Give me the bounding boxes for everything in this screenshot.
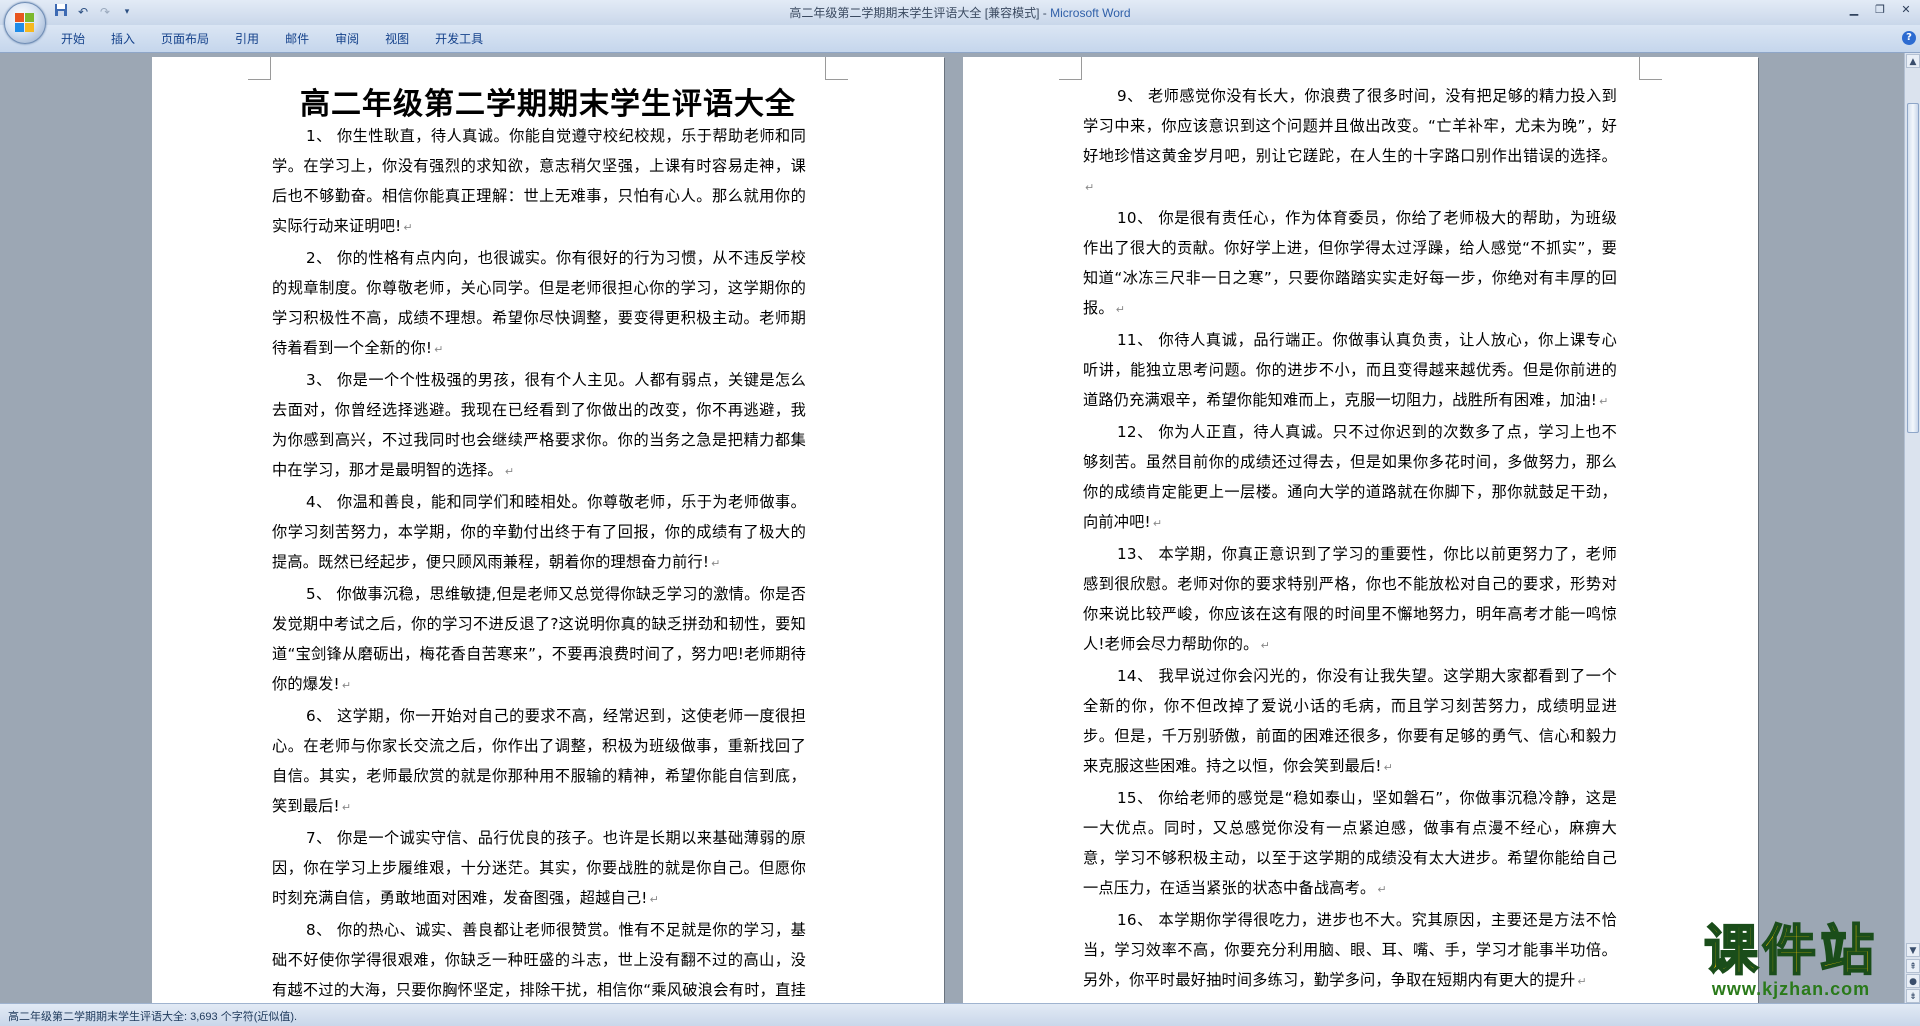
comment-paragraph: 16、 本学期你学得很吃力，进步也不大。究其原因，主要还是方法不恰当，学习效率不… <box>1083 905 1617 997</box>
status-text: 高二年级第二学期期末学生评语大全: 3,693 个字符(近似值). <box>8 1011 298 1023</box>
office-logo-icon <box>15 13 35 33</box>
paragraph-text: 1、 你生性耿直，待人真诚。你能自觉遵守校纪校规，乐于帮助老师和同学。在学习上，… <box>272 127 806 235</box>
paragraph-mark-icon: ↵ <box>1377 883 1387 896</box>
scroll-down-icon[interactable]: ▼ <box>1906 943 1920 957</box>
ribbon-tab[interactable]: 页面布局 <box>148 30 222 48</box>
comment-paragraph: 11、 你待人真诚，品行端正。你做事认真负责，让人放心，你上课专心听讲，能独立思… <box>1083 325 1617 417</box>
document-title: 高二年级第二学期期末学生评语大全 <box>300 87 796 122</box>
title-separator: - <box>1039 6 1051 20</box>
paragraph-mark-icon: ↵ <box>1260 639 1270 652</box>
paragraph-text: 16、 本学期你学得很吃力，进步也不大。究其原因，主要还是方法不恰当，学习效率不… <box>1083 911 1617 989</box>
comment-paragraph: 1、 你生性耿直，待人真诚。你能自觉遵守校纪校规，乐于帮助老师和同学。在学习上，… <box>272 121 806 243</box>
paragraph-text: 9、 老师感觉你没有长大，你浪费了很多时间，没有把足够的精力投入到学习中来，你应… <box>1083 87 1617 165</box>
document-name: 高二年级第二学期期末学生评语大全 [兼容模式] <box>789 6 1040 20</box>
comment-paragraph: 14、 我早说过你会闪光的，你没有让我失望。这学期大家都看到了一个全新的你，你不… <box>1083 661 1617 783</box>
paragraph-mark-icon: ↵ <box>1085 181 1095 194</box>
paragraph-text: 5、 你做事沉稳，思维敏捷,但是老师又总觉得你缺乏学习的激情。你是否发觉期中考试… <box>272 585 806 693</box>
crop-mark <box>825 57 848 80</box>
next-page-icon[interactable]: ⇟ <box>1906 989 1920 1003</box>
paragraph-mark-icon: ↵ <box>1152 517 1163 530</box>
comment-paragraph: 6、 这学期，你一开始对自己的要求不高，经常迟到，这使老师一度很担心。在老师与你… <box>272 701 806 823</box>
previous-page-icon[interactable]: ⇞ <box>1906 959 1920 973</box>
paragraph-mark-icon: ↵ <box>504 465 515 478</box>
watermark-url: www.kjzhan.com <box>1711 979 1871 999</box>
comment-paragraph: 5、 你做事沉稳，思维敏捷,但是老师又总觉得你缺乏学习的激情。你是否发觉期中考试… <box>272 579 806 701</box>
comment-paragraph: 12、 你为人正直，待人真诚。只不过你迟到的次数多了点，学习上也不够刻苦。虽然目… <box>1083 417 1617 539</box>
comment-paragraph: 3、 你是一个个性极强的男孩，很有个人主见。人都有弱点，关键是怎么去面对，你曾经… <box>272 365 806 487</box>
scroll-up-icon[interactable]: ▲ <box>1906 54 1920 68</box>
ribbon-tab[interactable]: 引用 <box>222 30 272 48</box>
restore-icon[interactable]: ❐ <box>1872 3 1888 17</box>
crop-mark <box>248 57 271 80</box>
paragraph-mark-icon: ↵ <box>1383 761 1394 774</box>
page-1[interactable]: 高二年级第二学期期末学生评语大全 1、 你生性耿直，待人真诚。你能自觉遵守校纪校… <box>152 57 944 1003</box>
paragraph-text: 4、 你温和善良，能和同学们和睦相处。你尊敬老师，乐于为老师做事。你学习刻苦努力… <box>272 493 806 571</box>
comment-paragraph: 13、 本学期，你真正意识到了学习的重要性，你比以前更努力了，老师感到很欣慰。老… <box>1083 539 1617 661</box>
paragraph-text: 12、 你为人正直，待人真诚。只不过你迟到的次数多了点，学习上也不够刻苦。虽然目… <box>1083 423 1617 531</box>
comment-paragraph: 7、 你是一个诚实守信、品行优良的孩子。也许是长期以来基础薄弱的原因，你在学习上… <box>272 823 806 915</box>
comment-paragraph: 10、 你是很有责任心，作为体育委员，你给了老师极大的帮助，为班级作出了很大的贡… <box>1083 203 1617 325</box>
paragraph-text: 14、 我早说过你会闪光的，你没有让我失望。这学期大家都看到了一个全新的你，你不… <box>1083 667 1617 775</box>
paragraph-text: 2、 你的性格有点内向，也很诚实。你有很好的行为习惯，从不违反学校的规章制度。你… <box>272 249 806 357</box>
paragraph-text: 15、 你给老师的感觉是“稳如泰山，坚如磐石”，你做事沉稳冷静，这是一大优点。同… <box>1083 789 1617 897</box>
app-name: Microsoft Word <box>1050 6 1131 20</box>
title-bar: ↶ ↷ ▾ 高二年级第二学期期末学生评语大全 [兼容模式] - Microsof… <box>0 0 1920 44</box>
page-2[interactable]: 9、 老师感觉你没有长大，你浪费了很多时间，没有把足够的精力投入到学习中来，你应… <box>963 57 1758 1003</box>
ribbon-tab[interactable]: 插入 <box>98 30 148 48</box>
ribbon: 开始 插入 页面布局 引用 邮件 审阅 视图 开发工具 ? <box>0 25 1920 53</box>
paragraph-mark-icon: ↵ <box>1115 303 1126 316</box>
window-title: 高二年级第二学期期末学生评语大全 [兼容模式] - Microsoft Word <box>0 4 1920 21</box>
minimize-icon[interactable]: ▁ <box>1846 3 1862 17</box>
window-controls: ▁ ❐ ✕ <box>1846 3 1914 17</box>
comment-paragraph: 4、 你温和善良，能和同学们和睦相处。你尊敬老师，乐于为老师做事。你学习刻苦努力… <box>272 487 806 579</box>
paragraph-mark-icon: ↵ <box>341 679 352 692</box>
paragraph-mark-icon: ↵ <box>403 221 413 234</box>
paragraph-text: 6、 这学期，你一开始对自己的要求不高，经常迟到，这使老师一度很担心。在老师与你… <box>272 707 806 815</box>
watermark-logo: 课件站 www.kjzhan.com <box>1674 919 1908 1000</box>
vertical-scrollbar[interactable]: ▲ ▼ ⇞ ● ⇟ <box>1904 53 1920 1003</box>
paragraph-text: 10、 你是很有责任心，作为体育委员，你给了老师极大的帮助，为班级作出了很大的贡… <box>1083 209 1617 317</box>
paragraph-mark-icon: ↵ <box>649 893 660 906</box>
ribbon-tab[interactable]: 开发工具 <box>422 30 496 48</box>
paragraph-mark-icon: ↵ <box>341 801 352 814</box>
select-browse-object-icon[interactable]: ● <box>1906 974 1920 988</box>
office-button[interactable] <box>4 2 46 44</box>
paragraph-text: 7、 你是一个诚实守信、品行优良的孩子。也许是长期以来基础薄弱的原因，你在学习上… <box>272 829 806 907</box>
page-1-body: 1、 你生性耿直，待人真诚。你能自觉遵守校纪校规，乐于帮助老师和同学。在学习上，… <box>272 121 806 1003</box>
paragraph-mark-icon: ↵ <box>1599 395 1609 408</box>
watermark-title: 课件站 <box>1703 919 1878 982</box>
help-icon[interactable]: ? <box>1902 31 1916 45</box>
paragraph-mark-icon: ↵ <box>1577 975 1587 988</box>
ribbon-tabs: 开始 插入 页面布局 引用 邮件 审阅 视图 开发工具 <box>48 30 496 48</box>
scroll-thumb[interactable] <box>1907 103 1919 433</box>
paragraph-text: 11、 你待人真诚，品行端正。你做事认真负责，让人放心，你上课专心听讲，能独立思… <box>1083 331 1617 409</box>
ribbon-tab[interactable]: 邮件 <box>272 30 322 48</box>
comment-paragraph: 2、 你的性格有点内向，也很诚实。你有很好的行为习惯，从不违反学校的规章制度。你… <box>272 243 806 365</box>
comment-paragraph: 8、 你的热心、诚实、善良都让老师很赞赏。惟有不足就是你的学习，基础不好使你学得… <box>272 915 806 1003</box>
document-workspace: 高二年级第二学期期末学生评语大全 1、 你生性耿直，待人真诚。你能自觉遵守校纪校… <box>0 53 1904 1003</box>
comment-paragraph: 9、 老师感觉你没有长大，你浪费了很多时间，没有把足够的精力投入到学习中来，你应… <box>1083 81 1617 203</box>
comment-paragraph: 15、 你给老师的感觉是“稳如泰山，坚如磐石”，你做事沉稳冷静，这是一大优点。同… <box>1083 783 1617 905</box>
crop-mark <box>1639 57 1662 80</box>
paragraph-text: 13、 本学期，你真正意识到了学习的重要性，你比以前更努力了，老师感到很欣慰。老… <box>1083 545 1617 653</box>
paragraph-mark-icon: ↵ <box>711 557 721 570</box>
page-2-body: 9、 老师感觉你没有长大，你浪费了很多时间，没有把足够的精力投入到学习中来，你应… <box>1083 81 1617 997</box>
paragraph-mark-icon: ↵ <box>434 343 444 356</box>
paragraph-text: 3、 你是一个个性极强的男孩，很有个人主见。人都有弱点，关键是怎么去面对，你曾经… <box>272 371 806 479</box>
status-bar: 高二年级第二学期期末学生评语大全: 3,693 个字符(近似值). <box>0 1003 1920 1026</box>
ribbon-tab[interactable]: 开始 <box>48 30 98 48</box>
ribbon-tab[interactable]: 视图 <box>372 30 422 48</box>
close-icon[interactable]: ✕ <box>1898 3 1914 17</box>
crop-mark <box>1059 57 1082 80</box>
ribbon-tab[interactable]: 审阅 <box>322 30 372 48</box>
paragraph-text: 8、 你的热心、诚实、善良都让老师很赞赏。惟有不足就是你的学习，基础不好使你学得… <box>272 921 806 999</box>
